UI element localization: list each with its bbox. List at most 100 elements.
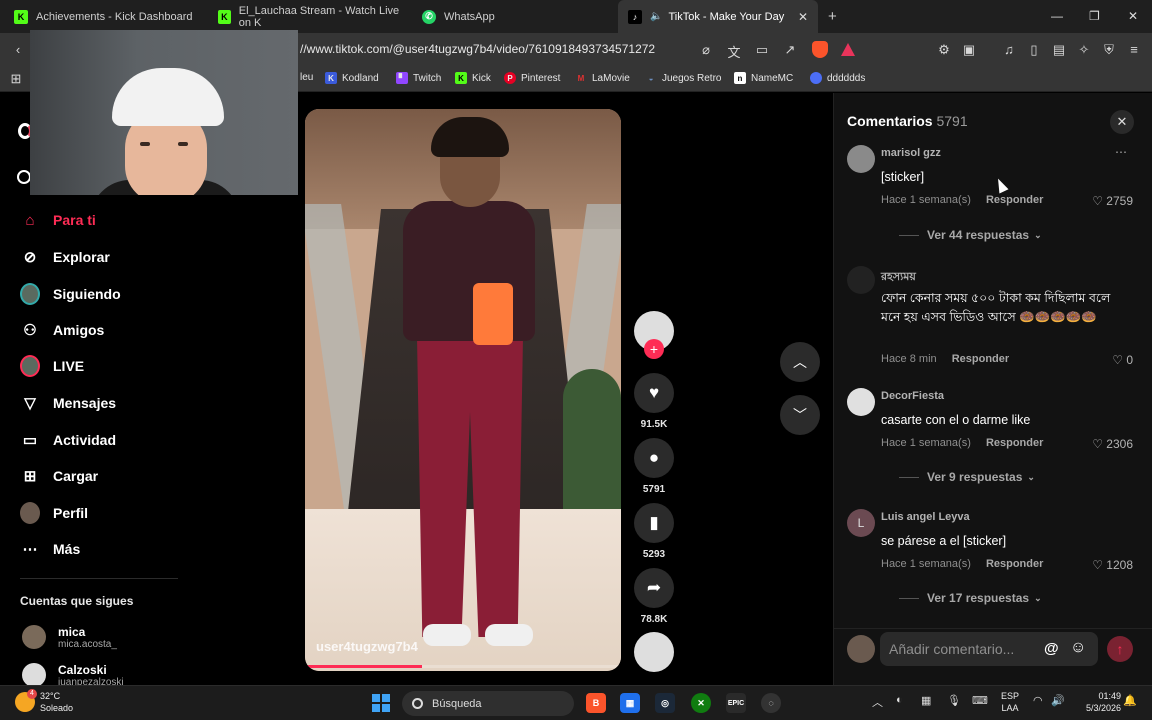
tab-kick-stream[interactable]: K El_Lauchaa Stream - Watch Live on K [208, 0, 408, 33]
wifi-icon[interactable]: ◠ [1033, 694, 1043, 707]
sidebar-toggle-icon[interactable]: ▯ [1026, 42, 1042, 58]
restore-icon[interactable]: ❐ [1089, 9, 1100, 23]
bookmark-lamovie[interactable]: M LaMovie [575, 72, 630, 84]
nav-explorar[interactable]: ⊘ Explorar [20, 244, 110, 270]
media-icon[interactable]: ♫ [1001, 42, 1017, 57]
taskbar-clock[interactable]: 01:49 5/3/2026 [1086, 690, 1121, 714]
tab-whatsapp[interactable]: ✆ WhatsApp [412, 0, 612, 33]
screenshot-icon[interactable]: ▣ [961, 42, 977, 58]
bookmark-pinterest[interactable]: P Pinterest [504, 72, 560, 84]
vpn-icon[interactable]: ⛨ [1101, 42, 1117, 58]
view-replies-button[interactable]: Ver 17 respuestas ⌄ [899, 591, 1042, 605]
nav-mensajes[interactable]: ▽ Mensajes [20, 390, 116, 416]
comment-username[interactable]: marisol gzz [881, 147, 941, 159]
comment-username[interactable]: Luis angel Leyva [881, 511, 970, 523]
bookmark-juegos-retro[interactable]: ◒ Juegos Retro [645, 72, 722, 84]
reply-button[interactable]: Responder [986, 437, 1043, 449]
close-tab-icon[interactable]: ✕ [798, 10, 808, 24]
comment-like-button[interactable]: ♡ 0 [1112, 353, 1133, 367]
more-options-icon[interactable]: ⋯ [1115, 145, 1127, 159]
video-player[interactable]: user4tugzwg7b4 [305, 109, 621, 671]
close-window-icon[interactable]: ✕ [1128, 9, 1138, 23]
cast-icon[interactable]: ▭ [754, 42, 770, 58]
store-icon[interactable]: ▦ [620, 693, 640, 713]
minimize-icon[interactable]: — [1051, 9, 1063, 23]
comment-like-button[interactable]: ♡ 2759 [1092, 194, 1133, 208]
extensions-icon[interactable]: ⚙ [936, 42, 952, 58]
windows-start-button[interactable] [372, 694, 390, 712]
nav-para-ti[interactable]: ⌂ Para ti [20, 207, 95, 233]
notifications-icon[interactable]: 🔔 [1123, 694, 1137, 707]
following-user[interactable]: mica mica.acosta_ [22, 625, 117, 650]
bookmark-leu[interactable]: leu [300, 72, 313, 83]
taskbar-search[interactable]: Búsqueda [402, 691, 574, 716]
like-button[interactable]: ♥ 91.5K [634, 373, 674, 430]
nav-amigos[interactable]: ⚇ Amigos [20, 317, 104, 343]
brave-rewards-icon[interactable] [841, 43, 855, 56]
tab-kick-dashboard[interactable]: K Achievements - Kick Dashboard [4, 0, 204, 33]
avatar[interactable] [847, 388, 875, 416]
avatar[interactable] [847, 145, 875, 173]
new-tab-icon[interactable]: + [828, 8, 837, 25]
brave-icon[interactable]: B [586, 693, 606, 713]
app-icon[interactable]: ◌ [761, 693, 781, 713]
comment-button[interactable]: ● 5791 [634, 438, 674, 495]
video-progress-bar[interactable] [305, 665, 621, 668]
following-user[interactable]: Calzoski juanpezalzoski [22, 663, 124, 685]
reply-button[interactable]: Responder [986, 194, 1043, 206]
leo-ai-icon[interactable]: ✧ [1076, 42, 1092, 58]
nav-cargar[interactable]: ⊞ Cargar [20, 463, 98, 489]
microphone-icon[interactable]: 🎙 [947, 694, 961, 707]
apps-grid-icon[interactable]: ⊞ [8, 71, 24, 87]
view-replies-button[interactable]: Ver 44 respuestas ⌄ [899, 228, 1042, 242]
sound-avatar-button[interactable] [634, 632, 674, 672]
tray-app-icon[interactable]: ▦ [921, 694, 931, 707]
bookmark-twitch[interactable]: ▘ Twitch [396, 72, 441, 84]
view-replies-button[interactable]: Ver 9 respuestas ⌄ [899, 470, 1035, 484]
share-button[interactable]: ➦ 78.8K [634, 568, 674, 625]
translate-icon[interactable]: 文 [726, 42, 742, 61]
previous-video-button[interactable]: ︿ [780, 342, 820, 382]
search-icon[interactable] [17, 170, 31, 184]
comment-like-button[interactable]: ♡ 1208 [1092, 558, 1133, 572]
comment-like-button[interactable]: ♡ 2306 [1092, 437, 1133, 451]
bookmark-kodland[interactable]: K Kodland [325, 72, 379, 84]
share-icon[interactable]: ↗ [782, 42, 798, 58]
back-icon[interactable]: ‹ [10, 42, 26, 57]
epic-games-icon[interactable]: EPIC [726, 693, 746, 713]
video-username[interactable]: user4tugzwg7b4 [316, 639, 418, 654]
bookmark-namemc[interactable]: n NameMC [734, 72, 793, 84]
mention-icon[interactable]: @ [1044, 640, 1059, 657]
brave-shield-icon[interactable] [812, 41, 828, 58]
comment-username[interactable]: DecorFiesta [881, 390, 944, 402]
nav-siguiendo[interactable]: Siguiendo [20, 281, 121, 307]
avatar[interactable] [847, 266, 875, 294]
save-button[interactable]: ▮ 5293 [634, 503, 674, 560]
creator-avatar-button[interactable]: + [634, 311, 674, 359]
tab-tiktok[interactable]: ♪ 🔈 TikTok - Make Your Day ✕ [618, 0, 818, 33]
weather-widget[interactable]: 32°C Soleado [40, 690, 73, 714]
url-field[interactable]: //www.tiktok.com/@user4tugzwg7b4/video/7… [300, 42, 655, 56]
bookmark-dddddds[interactable]: dddddds [810, 72, 865, 84]
menu-icon[interactable]: ≡ [1126, 42, 1142, 57]
send-comment-button[interactable]: ↑ [1107, 636, 1133, 662]
nav-mas[interactable]: ⋯ Más [20, 536, 81, 562]
nav-actividad[interactable]: ▭ Actividad [20, 427, 116, 453]
bookmark-kick[interactable]: K Kick [455, 72, 491, 84]
input-language[interactable]: ESP LAA [1001, 690, 1019, 714]
volume-icon[interactable]: 🔊 [1051, 694, 1065, 707]
follow-plus-icon[interactable]: + [644, 339, 664, 359]
comment-username[interactable]: রহস্যময় [881, 268, 916, 287]
emoji-icon[interactable]: ☺ [1070, 639, 1086, 657]
reply-button[interactable]: Responder [986, 558, 1043, 570]
no-translate-icon[interactable]: ⌀ [698, 42, 714, 58]
close-comments-button[interactable]: ✕ [1110, 110, 1134, 134]
comment-input[interactable] [880, 632, 1098, 666]
steam-tray-icon[interactable]: ◐ [896, 694, 903, 706]
wallet-icon[interactable]: ▤ [1051, 42, 1067, 58]
avatar[interactable]: L [847, 509, 875, 537]
xbox-icon[interactable]: ✕ [691, 693, 711, 713]
nav-perfil[interactable]: Perfil [20, 500, 88, 526]
steam-icon[interactable]: ◎ [655, 693, 675, 713]
keyboard-icon[interactable]: ⌨ [972, 694, 988, 707]
